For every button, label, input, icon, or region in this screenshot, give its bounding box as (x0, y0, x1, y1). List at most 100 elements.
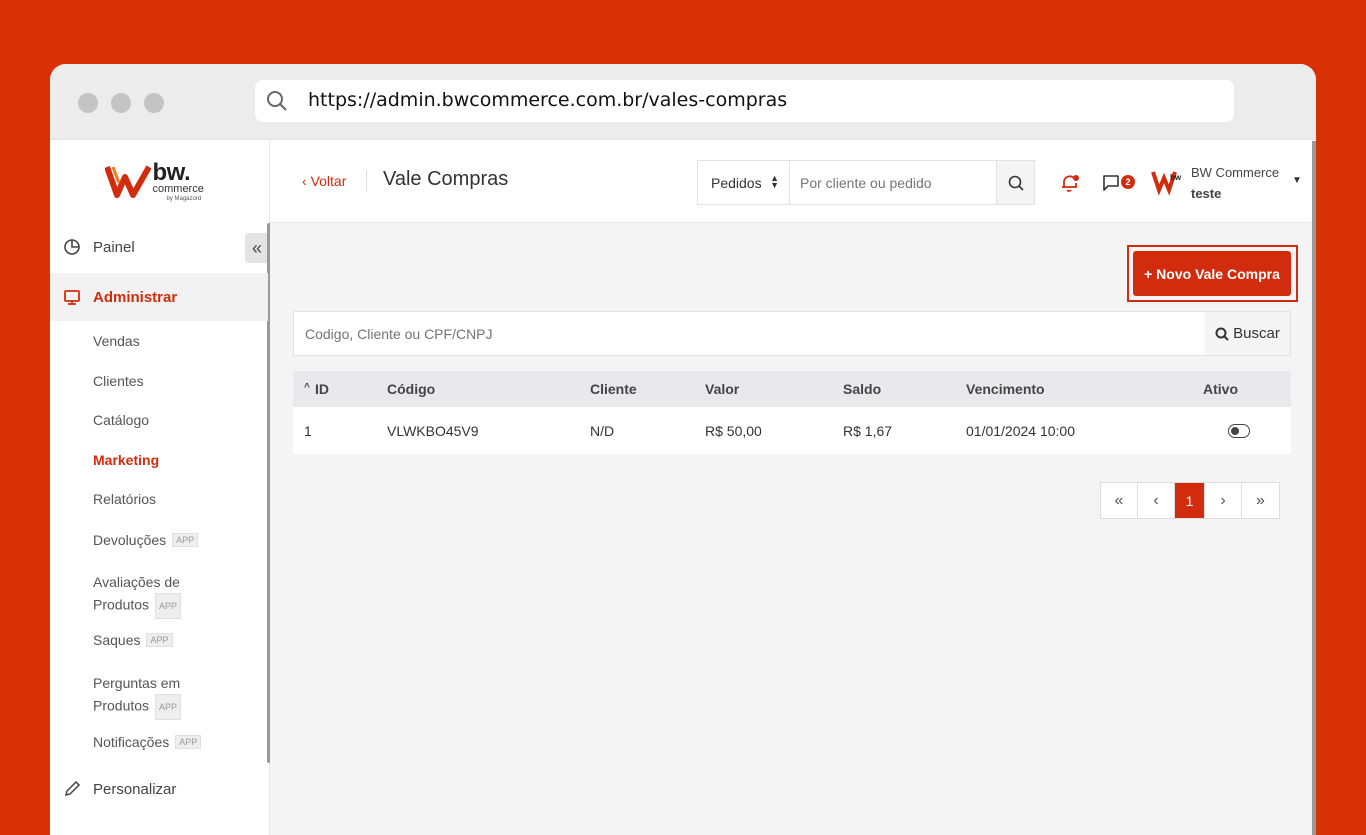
address-bar[interactable]: https://admin.bwcommerce.com.br/vales-co… (255, 80, 1234, 122)
order-search: Pedidos ▲ ▼ (697, 160, 1035, 205)
sidebar-item-catalogo[interactable]: Catálogo (50, 412, 268, 428)
column-header-cliente[interactable]: Cliente (590, 381, 637, 397)
sidebar-item-label: Personalizar (93, 780, 177, 798)
brand-avatar-icon: bw (1151, 171, 1182, 196)
app-shell: bw. commerce by Magazord « Painel Admini… (50, 141, 1316, 835)
toggle-knob (1231, 426, 1239, 435)
cell-valor: R$ 50,00 (705, 422, 762, 439)
table-row[interactable]: 1 VLWKBO45V9 N/D R$ 50,00 R$ 1,67 01/01/… (293, 407, 1291, 454)
browser-window: https://admin.bwcommerce.com.br/vales-co… (50, 64, 1316, 835)
sidebar-item-label: Marketing (93, 452, 160, 468)
app-badge: APP (155, 694, 182, 720)
maximize-dot[interactable] (144, 93, 164, 113)
chat-count-badge: 2 (1121, 175, 1135, 189)
divider (366, 170, 367, 192)
sidebar-item-label: Vendas (93, 333, 140, 349)
page-current[interactable]: 1 (1175, 483, 1205, 518)
cell-codigo: VLWKBO45V9 (387, 422, 479, 439)
user-store: teste (1191, 186, 1222, 201)
app-badge: APP (172, 533, 199, 547)
sidebar-item-label: Clientes (93, 373, 144, 389)
cell-id: 1 (304, 422, 312, 439)
sidebar-item-label: Devoluções (93, 532, 167, 548)
column-header-ativo[interactable]: Ativo (1203, 381, 1238, 397)
sidebar-item-label-2: Produtos (93, 596, 150, 613)
brand-sub: commerce (152, 183, 204, 195)
buscar-button[interactable]: Buscar (1205, 312, 1290, 355)
search-icon (1215, 327, 1229, 341)
page-last-button[interactable]: » (1242, 483, 1279, 518)
sidebar-item-label: Relatórios (93, 491, 157, 507)
sidebar-item-marketing[interactable]: Marketing (50, 452, 268, 468)
sidebar-item-relatorios[interactable]: Relatórios (50, 491, 268, 507)
sidebar-item-label: Avaliações de (93, 574, 180, 590)
svg-text:bw: bw (1170, 173, 1182, 182)
page-next-button[interactable]: › (1205, 483, 1242, 518)
brand-by: by Magazord (166, 196, 202, 202)
pie-chart-icon (62, 237, 82, 257)
table-header: ^ ID Código Cliente Valor Saldo Vencimen… (293, 371, 1291, 407)
bell-icon[interactable] (1060, 172, 1080, 194)
sidebar-item-administrar[interactable]: Administrar (50, 273, 268, 321)
minimize-dot[interactable] (111, 93, 131, 113)
pagination: « ‹ 1 › » (1100, 482, 1280, 519)
sidebar-item-personalizar[interactable]: Personalizar (50, 765, 268, 813)
filter-input[interactable] (294, 312, 1205, 355)
voucher-table: ^ ID Código Cliente Valor Saldo Vencimen… (293, 371, 1291, 454)
page-prev-button[interactable]: ‹ (1138, 483, 1175, 518)
app-badge: APP (175, 735, 202, 749)
select-caret-icon: ▲ ▼ (770, 173, 779, 190)
chevron-down-icon[interactable]: ▼ (1292, 175, 1302, 186)
topbar: ‹ Voltar Vale Compras Pedidos ▲ ▼ Por cl… (270, 141, 1316, 223)
chat-icon[interactable] (1102, 174, 1120, 192)
cell-saldo: R$ 1,67 (843, 422, 893, 439)
cell-vencimento: 01/01/2024 10:00 (966, 422, 1075, 439)
sidebar-item-label: Saques (93, 632, 141, 648)
filter-bar: Buscar (293, 311, 1291, 356)
sort-asc-icon[interactable]: ^ (304, 382, 310, 393)
browser-chrome: https://admin.bwcommerce.com.br/vales-co… (50, 64, 1316, 140)
sidebar-item-label: Catálogo (93, 412, 150, 428)
avatar[interactable]: bw (1150, 160, 1184, 205)
column-header-id[interactable]: ID (315, 381, 329, 397)
sidebar-item-label: Perguntas em (93, 675, 181, 691)
cell-cliente: N/D (590, 422, 615, 439)
search-icon (267, 91, 287, 111)
app-badge: APP (155, 593, 182, 619)
back-label: Voltar (310, 173, 347, 189)
sidebar-item-saques[interactable]: Saques APP (50, 632, 268, 648)
column-header-codigo[interactable]: Código (387, 381, 435, 397)
window-controls (78, 93, 164, 113)
new-voucher-button[interactable]: + Novo Vale Compra (1133, 251, 1291, 296)
column-header-saldo[interactable]: Saldo (843, 381, 881, 397)
sidebar: bw. commerce by Magazord « Painel Admini… (50, 141, 271, 835)
search-type-select[interactable]: Pedidos ▲ ▼ (698, 161, 790, 204)
sidebar-item-avaliacoes[interactable]: Avaliações de Produtos APP (50, 571, 268, 619)
column-header-vencimento[interactable]: Vencimento (966, 381, 1045, 397)
monitor-icon (62, 287, 82, 307)
page-first-button[interactable]: « (1101, 483, 1138, 518)
sidebar-item-devolucoes[interactable]: Devoluções APP (50, 532, 268, 548)
search-button[interactable] (996, 161, 1034, 204)
sidebar-item-vendas[interactable]: Vendas (50, 333, 268, 349)
sidebar-item-label: Administrar (93, 288, 178, 306)
buscar-label: Buscar (1233, 325, 1280, 342)
pencil-icon (62, 779, 82, 799)
active-toggle[interactable] (1228, 424, 1250, 438)
sidebar-item-label-2: Produtos (93, 697, 150, 714)
url-text: https://admin.bwcommerce.com.br/vales-co… (308, 89, 788, 111)
search-icon (1008, 175, 1024, 191)
order-search-input[interactable] (790, 161, 996, 204)
column-header-valor[interactable]: Valor (705, 381, 739, 397)
sidebar-item-painel[interactable]: Painel (50, 223, 268, 271)
back-link[interactable]: ‹ Voltar (302, 173, 346, 189)
close-dot[interactable] (78, 93, 98, 113)
sidebar-item-clientes[interactable]: Clientes (50, 373, 268, 389)
sidebar-item-perguntas[interactable]: Perguntas em Produtos APP (50, 672, 268, 720)
brand-mark-icon (104, 165, 151, 198)
main-scrollbar[interactable] (1312, 141, 1316, 835)
sidebar-item-label: Painel (93, 238, 135, 256)
brand-logo[interactable]: bw. commerce by Magazord (50, 141, 269, 223)
sidebar-item-label: Notificações (93, 734, 170, 750)
sidebar-item-notificacoes[interactable]: Notificações APP (50, 734, 268, 750)
